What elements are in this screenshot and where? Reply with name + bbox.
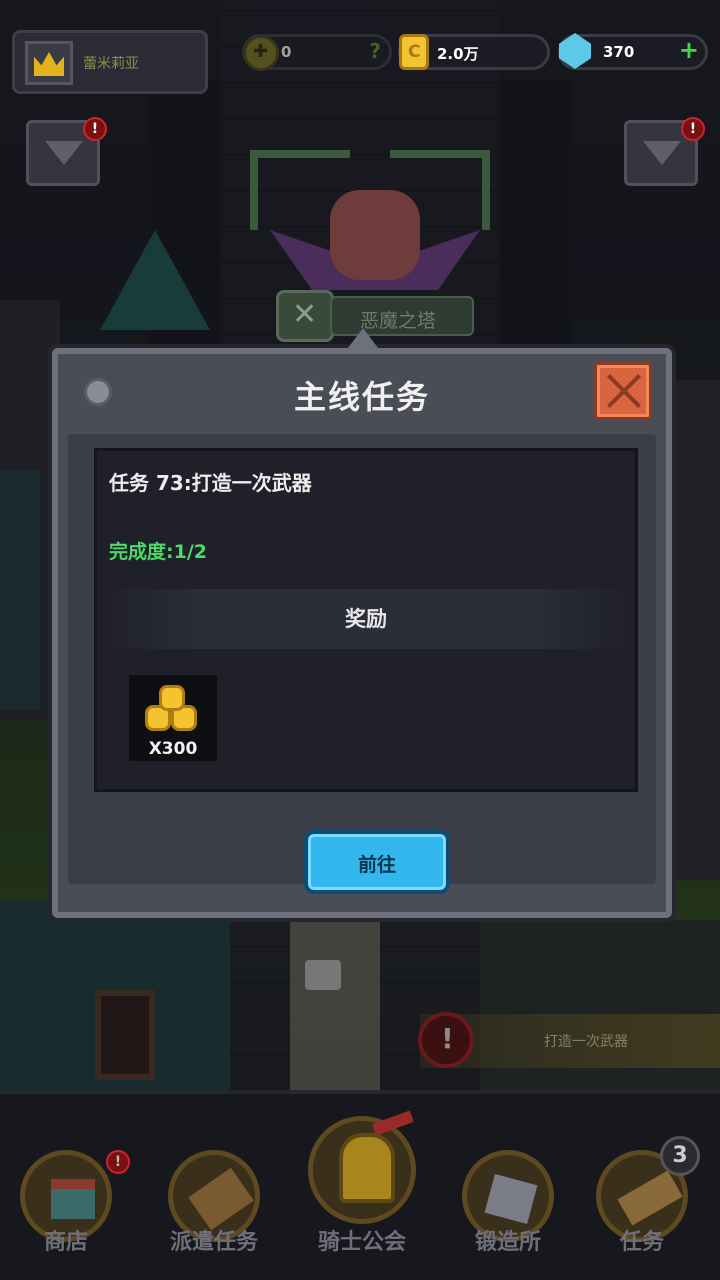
help-icon[interactable]: ? bbox=[369, 39, 381, 63]
quest-description: 任务 73:打造一次武器 bbox=[109, 471, 312, 495]
go-button-label: 前往 bbox=[357, 854, 396, 876]
location-label[interactable]: 恶魔之塔 bbox=[330, 296, 474, 336]
dispatch-icon bbox=[188, 1167, 254, 1231]
shop-icon bbox=[51, 1179, 95, 1219]
quest-details-panel: 任务 73:打造一次武器 完成度:1/2 奖励 X300 bbox=[94, 448, 638, 792]
player-avatar[interactable] bbox=[25, 41, 73, 85]
honor-value: 0 bbox=[281, 43, 292, 61]
gem-value: 370 bbox=[603, 43, 635, 61]
nav-quests[interactable]: 3 任务 bbox=[582, 1136, 702, 1274]
quest-count-badge: 3 bbox=[660, 1136, 700, 1176]
gold-value: 2.0万 bbox=[437, 45, 479, 63]
crown-icon bbox=[34, 52, 64, 76]
nav-knight-circle bbox=[308, 1110, 416, 1224]
honor-icon bbox=[243, 35, 279, 71]
chevron-down-icon bbox=[643, 141, 681, 165]
gem-counter[interactable]: 370 + bbox=[558, 33, 708, 70]
nav-shop[interactable]: ! 商店 bbox=[6, 1144, 130, 1274]
gold-counter[interactable]: 2.0万 bbox=[398, 34, 550, 70]
reward-quantity: X300 bbox=[148, 739, 198, 759]
nav-knight-guild-label: 骑士公会 bbox=[317, 1230, 406, 1255]
exclamation-icon bbox=[418, 1012, 474, 1068]
crossed-swords-icon[interactable] bbox=[276, 290, 334, 342]
nav-forge[interactable]: 锻造所 bbox=[448, 1144, 568, 1274]
current-task-hint[interactable]: 打造一次武器 bbox=[418, 1012, 720, 1068]
nav-shop-label: 商店 bbox=[43, 1230, 88, 1255]
gem-icon bbox=[559, 33, 591, 69]
player-panel[interactable]: 蕾米莉亚 bbox=[12, 30, 208, 94]
left-dropdown-button[interactable]: ! bbox=[26, 117, 107, 186]
boss-skull bbox=[330, 190, 420, 280]
nav-quests-label: 任务 bbox=[619, 1230, 664, 1255]
gold-coins-icon bbox=[145, 685, 201, 733]
forge-hammer-icon bbox=[484, 1173, 538, 1225]
reward-header-label: 奖励 bbox=[345, 607, 387, 631]
reward-header: 奖励 bbox=[97, 589, 635, 649]
quest-scroll-icon bbox=[617, 1170, 683, 1226]
knight-icon bbox=[339, 1133, 395, 1203]
reward-item-gold[interactable]: X300 bbox=[129, 675, 217, 761]
nav-forge-label: 锻造所 bbox=[474, 1230, 541, 1255]
bottom-nav: ! 商店 派遣任务 骑士公会 锻造所 3 任务 bbox=[0, 1090, 720, 1280]
quest-progress: 完成度:1/2 bbox=[109, 541, 207, 563]
plume bbox=[372, 1110, 414, 1136]
demon-boss-sprite bbox=[250, 150, 490, 300]
location-name: 恶魔之塔 bbox=[360, 310, 437, 332]
go-button[interactable]: 前往 bbox=[304, 830, 450, 894]
chevron-down-icon bbox=[45, 141, 83, 165]
alert-badge: ! bbox=[83, 117, 107, 141]
nav-dispatch[interactable]: 派遣任务 bbox=[154, 1144, 274, 1274]
task-hint-text: 打造一次武器 bbox=[544, 1034, 628, 1050]
right-dropdown-button[interactable]: ! bbox=[624, 117, 705, 186]
alert-badge: ! bbox=[106, 1150, 130, 1174]
player-name: 蕾米莉亚 bbox=[83, 56, 139, 72]
nav-dispatch-label: 派遣任务 bbox=[169, 1230, 258, 1255]
honor-counter[interactable]: 0 ? bbox=[242, 34, 392, 71]
dialog-title: 主线任务 bbox=[293, 378, 430, 416]
add-gems-button[interactable]: + bbox=[679, 36, 699, 64]
main-quest-dialog: 主线任务 任务 73:打造一次武器 完成度:1/2 奖励 X300 前往 bbox=[52, 348, 672, 918]
alert-badge: ! bbox=[681, 117, 705, 141]
gold-coin-icon bbox=[399, 34, 429, 70]
nav-knight-guild[interactable]: 骑士公会 bbox=[302, 1110, 422, 1274]
close-button[interactable] bbox=[594, 362, 652, 420]
dialog-body: 任务 73:打造一次武器 完成度:1/2 奖励 X300 前往 bbox=[68, 434, 656, 894]
